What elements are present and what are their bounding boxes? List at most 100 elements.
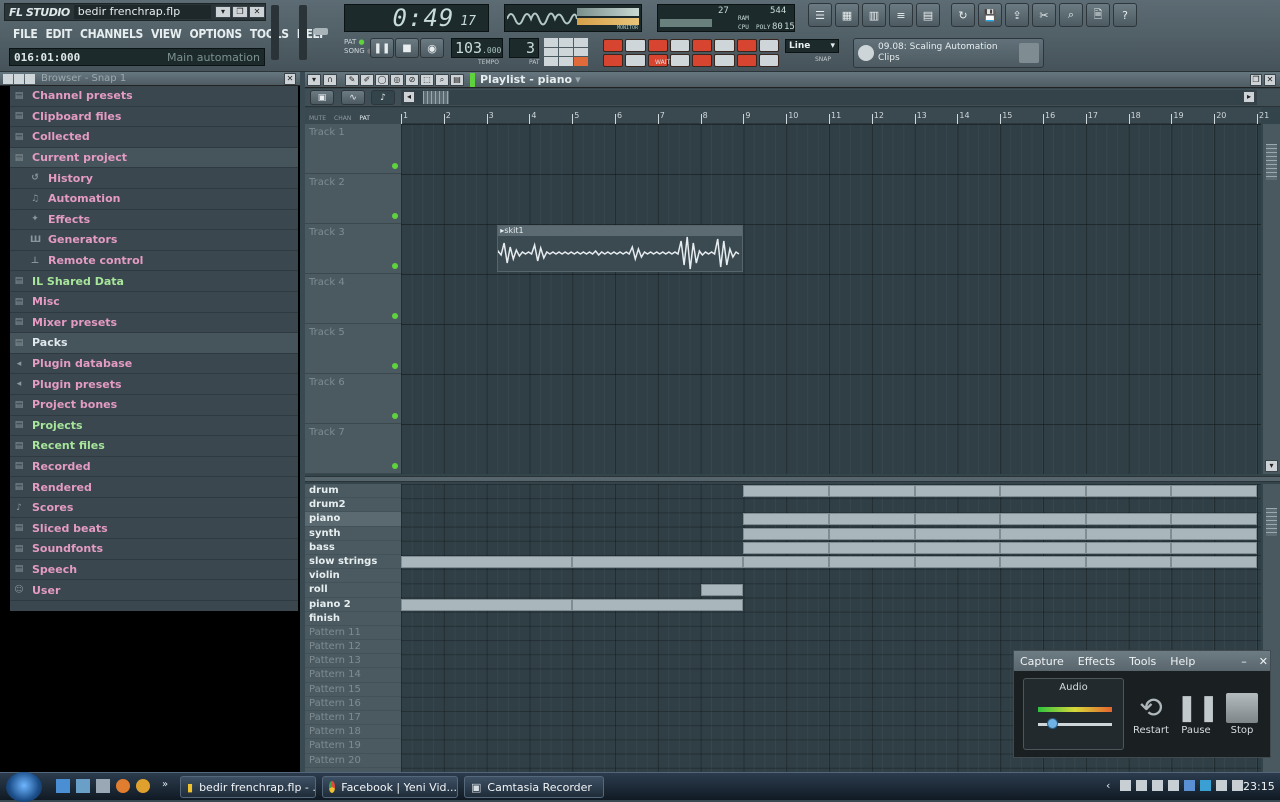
browser-item-generators[interactable]: Ш Generators	[10, 230, 298, 251]
view-mode-mute[interactable]: MUTE	[309, 115, 326, 122]
pattern-block[interactable]	[1171, 527, 1257, 540]
hint-panel[interactable]: 09.08: Scaling Automation Clips	[853, 38, 1044, 68]
track-header[interactable]: Track 4	[305, 274, 401, 324]
tray-network-icon[interactable]	[1120, 780, 1131, 791]
pause-button[interactable]: ❚❚ Pause	[1176, 691, 1220, 736]
pattern-block[interactable]	[914, 527, 1001, 540]
browser-item-speech[interactable]: ▤ Speech	[10, 560, 298, 581]
taskbar-clock[interactable]: 23:15	[1243, 780, 1275, 793]
magnet-icon[interactable]: ∩	[323, 73, 337, 86]
browser-item-current-project[interactable]: ▤ Current project	[10, 147, 298, 169]
song-mode-label[interactable]: SONG	[344, 47, 365, 55]
browser-item-history[interactable]: ↺ History	[10, 168, 298, 189]
option-toggle-icon[interactable]	[625, 54, 646, 67]
project-info-button[interactable]: 🗎	[1086, 3, 1110, 27]
track-header[interactable]: Track 6	[305, 374, 401, 424]
scroll-left-icon[interactable]: ◂	[403, 91, 415, 103]
playback-tool-icon[interactable]: ▤	[450, 73, 464, 86]
horizontal-scrollbar[interactable]: ◂ ▸	[401, 90, 1257, 105]
pattern-number[interactable]: 3	[509, 38, 539, 58]
master-pitch-slider[interactable]	[299, 5, 307, 60]
tray-expand-icon[interactable]: ‹	[1106, 779, 1110, 792]
browser-item-sliced-beats[interactable]: ▤ Sliced beats	[10, 518, 298, 540]
taskbar-fl-studio[interactable]: ▮ bedir frenchrap.flp - ...	[180, 776, 316, 798]
audio-clip[interactable]: ▸skit1	[497, 225, 744, 272]
pattern-block[interactable]	[1085, 556, 1172, 568]
search-button[interactable]: ⌕	[1059, 3, 1083, 27]
close-icon[interactable]: ✕	[249, 6, 265, 18]
timeline-ruler[interactable]: 1 2 3 4 5 6 7 8 9 10 11 12 13 14 15 16 17 18 19 20 21	[401, 108, 1269, 124]
view-patterns-button[interactable]: ▣	[310, 90, 334, 105]
pattern-item[interactable]: drum	[305, 484, 401, 499]
camtasia-menu-help[interactable]: Help	[1170, 655, 1195, 668]
browser-item-project-bones[interactable]: ▤ Project bones	[10, 395, 298, 416]
pattern-block[interactable]	[1000, 513, 1086, 526]
option-toggle-icon[interactable]	[669, 54, 690, 67]
explorer-icon[interactable]	[96, 779, 110, 793]
switch-windows-icon[interactable]	[76, 779, 90, 793]
browser-item-channel-presets[interactable]: ▤ Channel presets	[10, 86, 298, 107]
menu-file[interactable]: FILE	[9, 24, 41, 44]
pattern-block[interactable]	[1171, 556, 1257, 568]
slice-tool-icon[interactable]: ⊘	[405, 73, 419, 86]
master-volume-slider[interactable]	[271, 5, 279, 60]
track-header[interactable]: Track 5	[305, 324, 401, 374]
pattern-block[interactable]	[1085, 527, 1172, 540]
option-toggle-icon[interactable]	[736, 39, 757, 52]
option-toggle-icon[interactable]	[758, 39, 779, 52]
pattern-item[interactable]: finish	[305, 612, 401, 626]
browser-item-collected[interactable]: ▤ Collected	[10, 127, 298, 148]
pattern-block[interactable]	[914, 485, 1001, 497]
camtasia-menu-capture[interactable]: Capture	[1020, 655, 1064, 668]
camtasia-close-icon[interactable]: ✕	[1259, 655, 1268, 668]
track-mute-led[interactable]	[392, 413, 398, 419]
option-toggle-icon[interactable]	[603, 39, 624, 52]
pattern-block[interactable]	[1000, 527, 1086, 540]
pattern-block[interactable]	[829, 513, 915, 526]
piano-roll-button[interactable]: ▥	[862, 3, 886, 27]
browser-item-packs[interactable]: ▤ Packs	[10, 333, 298, 354]
browser-item-plugin-database[interactable]: ◂ Plugin database	[10, 354, 298, 375]
export-button[interactable]: ⇪	[1005, 3, 1029, 27]
track-header[interactable]: Track 7	[305, 424, 401, 474]
option-toggle-icon[interactable]	[692, 39, 713, 52]
help-button[interactable]: ?	[1113, 3, 1137, 27]
option-toggle-icon[interactable]	[647, 39, 668, 52]
pencil-tool-icon[interactable]: ✎	[345, 73, 359, 86]
pattern-block[interactable]	[1000, 485, 1086, 497]
browser-item-recent-files[interactable]: ▤ Recent files	[10, 436, 298, 457]
browser-arrows-icon[interactable]	[14, 73, 24, 84]
audio-volume-handle[interactable]	[1046, 718, 1058, 729]
browser-item-automation[interactable]: ♫ Automation	[10, 189, 298, 210]
browser-window-button[interactable]: ≡	[889, 3, 913, 27]
pattern-block[interactable]	[1171, 485, 1257, 497]
pattern-block[interactable]	[743, 485, 829, 497]
pattern-item[interactable]: Pattern 13	[305, 654, 401, 669]
view-mode-chan[interactable]: CHAN	[334, 115, 351, 122]
scroll-thumb[interactable]	[423, 91, 449, 104]
option-toggle-icon[interactable]	[714, 54, 735, 67]
pattern-item[interactable]: Pattern 14	[305, 668, 401, 683]
option-toggle-icon[interactable]	[736, 54, 757, 67]
option-toggle-icon[interactable]	[625, 39, 646, 52]
pattern-item[interactable]: Pattern 11	[305, 626, 401, 641]
taskbar-facebook[interactable]: Facebook | Yeni Vid...	[322, 776, 458, 798]
pattern-scroll-thumb[interactable]	[1266, 508, 1277, 536]
step-sequencer-button[interactable]: ▦	[835, 3, 859, 27]
undo-button[interactable]: ↻	[951, 3, 975, 27]
minimize-icon[interactable]: –	[1241, 655, 1247, 668]
browser-item-projects[interactable]: ▤ Projects	[10, 416, 298, 437]
browser-item-scores[interactable]: ♪ Scores	[10, 498, 298, 519]
pattern-block[interactable]	[1085, 541, 1172, 554]
pat-mode-label[interactable]: PAT	[344, 38, 356, 46]
pattern-item[interactable]: Pattern 16	[305, 697, 401, 711]
mute-tool-icon[interactable]: ◎	[390, 73, 404, 86]
view-mode-pat[interactable]: PAT	[359, 115, 370, 122]
firefox-icon[interactable]	[116, 779, 130, 793]
pattern-item[interactable]: bass	[305, 541, 401, 555]
camtasia-menu-tools[interactable]: Tools	[1129, 655, 1156, 668]
restart-button[interactable]: ⟲ Restart	[1130, 691, 1172, 736]
pattern-block[interactable]	[829, 556, 915, 568]
pattern-item[interactable]: Pattern 19	[305, 739, 401, 754]
view-audio-button[interactable]: ♪	[371, 90, 395, 105]
